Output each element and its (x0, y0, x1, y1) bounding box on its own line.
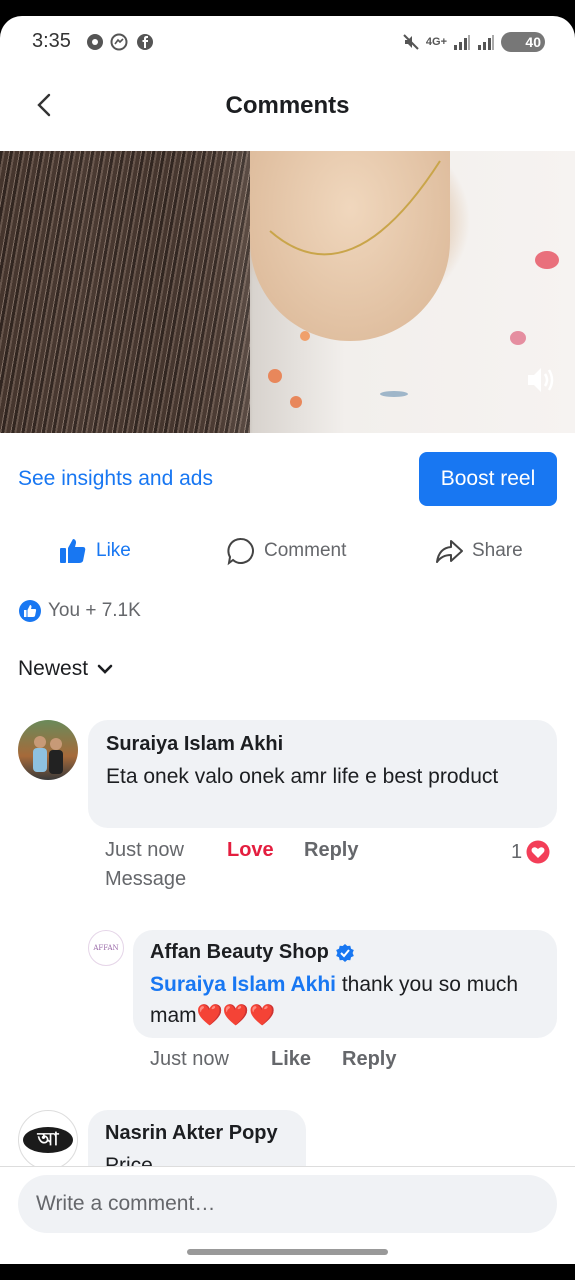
sort-dropdown[interactable]: Newest (18, 657, 114, 681)
comment-author[interactable]: Suraiya Islam Akhi (106, 733, 283, 756)
avatar[interactable] (18, 720, 78, 780)
like-label: Like (96, 540, 131, 561)
mention-link[interactable]: Suraiya Islam Akhi (150, 973, 336, 996)
chevron-down-icon (97, 664, 113, 674)
comment-bubble: Suraiya Islam Akhi Eta onek valo onek am… (88, 720, 557, 828)
battery-level: 40 (525, 34, 541, 50)
comment-time: Just now (105, 839, 184, 861)
signal-icon-2 (478, 35, 494, 50)
boost-reel-button[interactable]: Boost reel (419, 452, 557, 506)
reply-time: Just now (150, 1048, 229, 1070)
reply-text: Suraiya Islam Akhi thank you so much mam… (150, 969, 530, 1031)
page-title: Comments (225, 92, 350, 119)
message-button[interactable]: Message (105, 868, 186, 891)
page-logo-text: AFFAN (93, 944, 119, 952)
reel-video-preview[interactable] (0, 151, 575, 433)
avatar-photo-icon (33, 736, 63, 774)
like-thumb-icon (60, 539, 86, 563)
comment-bubble-icon (227, 537, 254, 566)
sort-label: Newest (18, 657, 89, 680)
comment-reaction-count[interactable]: 1 (511, 840, 550, 864)
avatar-logo-text: আ (23, 1127, 73, 1153)
network-type: 4G+ (425, 36, 447, 48)
back-arrow-icon[interactable] (34, 92, 56, 118)
video-frame-hair (0, 151, 250, 433)
screen: 3:35 4G+ 40 Comments See insights and ad… (0, 16, 575, 1264)
reaction-count: You + 7.1K (48, 600, 141, 621)
flower-pattern (535, 251, 559, 269)
comment-button[interactable]: Comment (226, 536, 346, 566)
share-arrow-icon (436, 540, 463, 563)
reply-bubble: Affan Beauty Shop Suraiya Islam Akhi tha… (133, 930, 557, 1038)
like-reaction-icon (19, 600, 41, 622)
reply-author[interactable]: Affan Beauty Shop (150, 941, 329, 964)
volume-icon[interactable] (523, 363, 557, 397)
notification-dot-icon (87, 34, 103, 50)
like-button[interactable]: Like (58, 536, 131, 566)
reaction-number: 1 (511, 840, 523, 863)
battery-indicator: 40 (501, 32, 545, 52)
flower-pattern (380, 391, 408, 397)
comment-text: Eta onek valo onek amr life e best produ… (106, 765, 499, 788)
love-reaction-button[interactable]: Love (227, 839, 274, 862)
flower-pattern (510, 331, 526, 345)
signal-icon (454, 35, 470, 50)
comment-label: Comment (264, 540, 347, 561)
messenger-icon (110, 33, 128, 51)
composer-divider (0, 1166, 575, 1167)
status-right: 4G+ 40 (402, 32, 545, 52)
reaction-summary[interactable]: You + 7.1K (18, 599, 141, 623)
reply-author-row: Affan Beauty Shop (150, 941, 355, 964)
facebook-icon (137, 34, 153, 50)
avatar[interactable]: AFFAN (88, 930, 124, 966)
reply-button[interactable]: Reply (342, 1048, 396, 1071)
home-indicator[interactable] (187, 1249, 388, 1255)
reply-button[interactable]: Reply (304, 839, 358, 862)
flower-pattern (268, 369, 282, 383)
like-comment-button[interactable]: Like (271, 1048, 311, 1071)
necklace-graphic (269, 160, 441, 256)
love-heart-icon (526, 840, 550, 864)
status-time: 3:35 (32, 30, 71, 52)
flower-pattern (290, 396, 302, 408)
mute-icon (403, 34, 419, 50)
verified-badge-icon (336, 943, 354, 962)
share-button[interactable]: Share (434, 536, 523, 566)
share-label: Share (472, 540, 523, 561)
avatar[interactable]: আ (18, 1110, 78, 1170)
see-insights-link[interactable]: See insights and ads (18, 467, 213, 491)
comment-input[interactable] (18, 1175, 557, 1233)
comment-author[interactable]: Nasrin Akter Popy (105, 1122, 278, 1145)
flower-pattern (300, 331, 310, 341)
